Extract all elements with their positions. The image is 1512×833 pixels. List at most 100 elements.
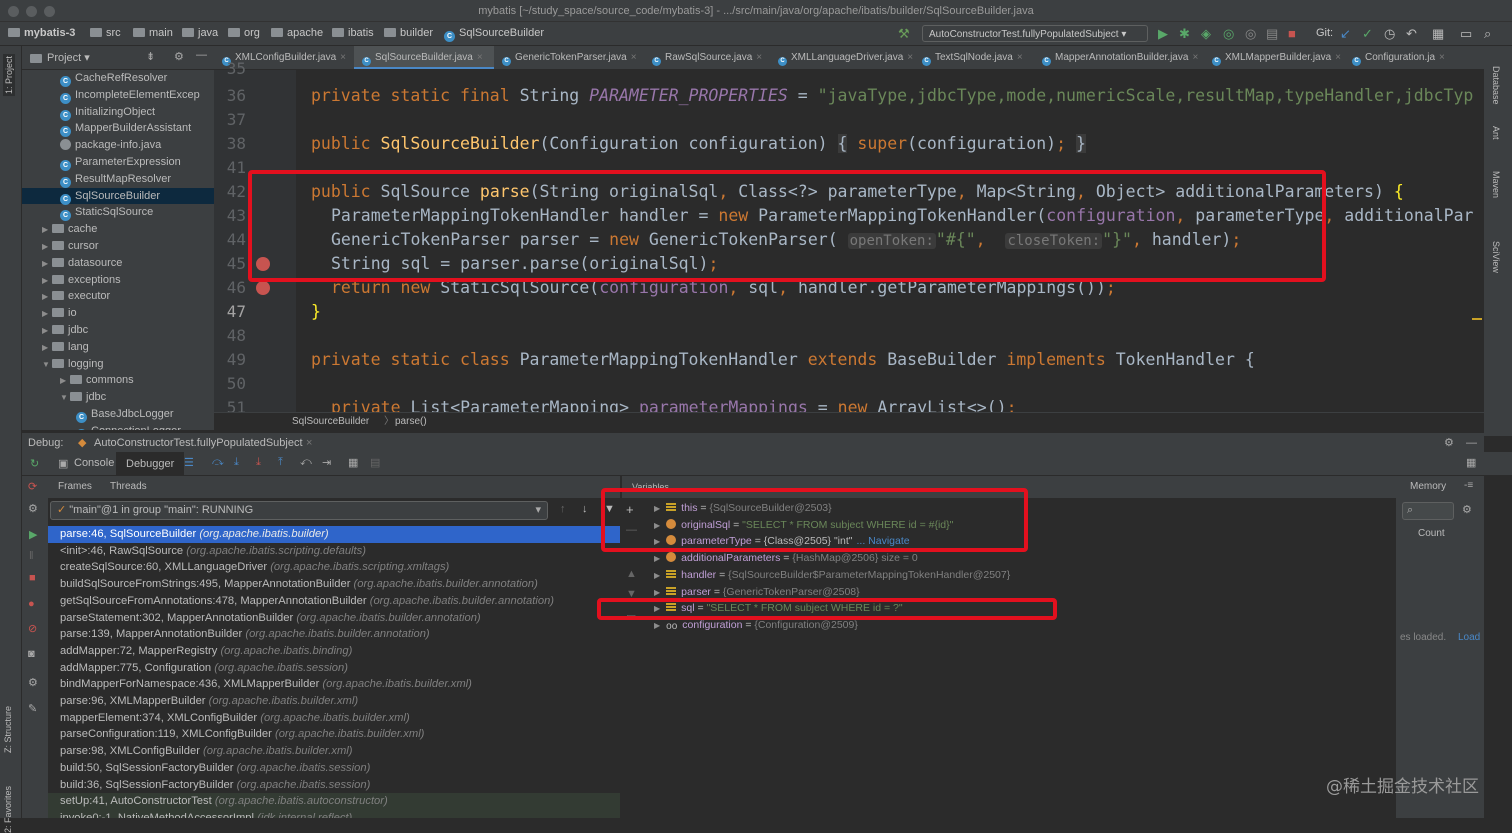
stack-frame[interactable]: parse:46, SqlSourceBuilder (org.apache.i… [48, 526, 620, 543]
stack-frame[interactable]: parse:98, XMLConfigBuilder (org.apache.i… [48, 743, 620, 760]
project-tree-item[interactable]: ▼ jdbc [22, 389, 214, 405]
project-tree-item[interactable]: C InitializingObject [22, 104, 214, 121]
project-tree-item[interactable]: C SqlSourceBuilder [22, 187, 214, 205]
coverage-icon[interactable]: ◈ [1201, 27, 1211, 41]
stack-frame[interactable]: parseConfiguration:119, XMLConfigBuilder… [48, 726, 620, 743]
variable-row[interactable]: ▶ handler = {SqlSourceBuilder$ParameterMa… [654, 567, 1010, 584]
ant-tool-tab[interactable]: Ant [1491, 126, 1501, 140]
rerun-icon[interactable]: ↻ [30, 457, 39, 470]
force-step-into-icon[interactable]: ⤓ [256, 456, 261, 469]
hide-panel-icon[interactable]: — [196, 49, 207, 61]
stack-frame[interactable]: mapperElement:374, XMLConfigBuilder (org… [48, 710, 620, 727]
hide-panel-icon[interactable]: — [1466, 433, 1477, 453]
chevron-right-icon[interactable]: ▶ [42, 306, 52, 322]
breadcrumb-project[interactable]: mybatis-3 [8, 27, 75, 39]
debug-icon[interactable]: ✱ [1179, 27, 1190, 41]
close-icon[interactable]: × [306, 433, 312, 453]
project-tree-item[interactable]: ▶ exceptions [22, 272, 214, 288]
sciview-tool-tab[interactable]: SciView [1491, 241, 1501, 273]
console-tab[interactable]: ▣ Console [58, 457, 114, 470]
git-update-icon[interactable]: ↙ [1340, 27, 1351, 41]
project-tree-item[interactable]: C CacheRefResolver [22, 70, 214, 87]
collapse-all-icon[interactable]: ⇟ [146, 50, 155, 63]
editor-tab[interactable]: C RawSqlSource.java × [644, 46, 770, 69]
database-tool-tab[interactable]: Database [1491, 66, 1501, 105]
close-icon[interactable]: × [1192, 52, 1198, 63]
close-icon[interactable]: × [1017, 52, 1023, 63]
close-icon[interactable]: × [756, 52, 762, 63]
breadcrumb-org[interactable]: org [228, 27, 260, 39]
project-tree-item[interactable]: C StaticSqlSource [22, 204, 214, 222]
stack-frame[interactable]: parse:96, XMLMapperBuilder (org.apache.i… [48, 693, 620, 710]
project-tree-item[interactable]: C MapperBuilderAssistant [22, 120, 214, 138]
run-to-cursor-icon[interactable]: ⇥ [322, 456, 331, 469]
layout-icon[interactable]: ▦ [1466, 456, 1476, 469]
editor-tab[interactable]: C XMLMapperBuilder.java × [1204, 46, 1344, 69]
view-breakpoints-icon[interactable]: ● [28, 598, 35, 610]
resume-icon[interactable]: ⟳ [28, 480, 37, 493]
next-frame-icon[interactable]: ↓ [582, 503, 588, 515]
project-tree-item[interactable]: ▶ cursor [22, 238, 214, 254]
project-tree-item[interactable]: ▶ executor [22, 288, 214, 304]
project-tree-item[interactable]: C ParameterExpression [22, 154, 214, 171]
frames-tab[interactable]: Frames [58, 476, 92, 498]
breadcrumb-method[interactable]: parse() [395, 413, 427, 431]
history-icon[interactable]: ◷ [1384, 27, 1395, 41]
chevron-right-icon[interactable]: ▶ [654, 571, 660, 580]
stop-icon[interactable]: ■ [29, 572, 36, 584]
search-icon[interactable]: ⌕ [1484, 27, 1491, 41]
stack-frame[interactable]: addMapper:775, Configuration (org.apache… [48, 660, 620, 677]
show-execution-point-icon[interactable]: ☰ [184, 456, 194, 469]
project-tree-item[interactable]: ▶ io [22, 305, 214, 321]
close-icon[interactable]: × [1335, 52, 1341, 63]
breadcrumb-builder[interactable]: builder [384, 27, 433, 39]
settings-icon[interactable]: ⚙ [28, 502, 38, 515]
project-tree-item[interactable]: C ConnectionLogger [22, 423, 214, 430]
count-column-header[interactable]: Count [1418, 528, 1445, 539]
variable-row[interactable]: ▶ additionalParameters = {HashMap@2506} s… [654, 550, 918, 567]
editor-tab[interactable]: C XMLLanguageDriver.java × [770, 46, 914, 69]
run-icon[interactable]: ▶ [1158, 27, 1168, 41]
chevron-down-icon[interactable]: ▼ [60, 390, 70, 406]
project-tree-item[interactable]: ▼ logging [22, 356, 214, 372]
stack-frame[interactable]: buildSqlSourceFromStrings:495, MapperAnn… [48, 576, 620, 593]
profile-icon[interactable]: ◎ [1223, 27, 1234, 41]
project-tool-tab[interactable]: 1: Project [3, 54, 15, 97]
hammer-icon[interactable]: ⚒ [898, 27, 910, 41]
threads-tab[interactable]: Threads [110, 476, 147, 498]
chevron-right-icon[interactable]: ▶ [42, 273, 52, 289]
previous-frame-icon[interactable]: ↑ [560, 503, 566, 515]
stack-frame[interactable]: <init>:46, RawSqlSource (org.apache.ibat… [48, 543, 620, 560]
step-into-icon[interactable]: ⤓ [234, 456, 239, 469]
memory-options-icon[interactable]: -≡ [1464, 480, 1473, 491]
breadcrumb-ibatis[interactable]: ibatis [332, 27, 374, 39]
editor-tab[interactable]: C MapperAnnotationBuilder.java × [1034, 46, 1204, 69]
layout-icon[interactable]: ▭ [1460, 27, 1472, 41]
drop-frame-icon[interactable]: ⤺ [300, 456, 312, 469]
chevron-right-icon[interactable]: ▶ [42, 340, 52, 356]
step-out-icon[interactable]: ⤒ [278, 456, 283, 469]
close-window-icon[interactable] [8, 6, 19, 17]
close-icon[interactable]: × [907, 52, 913, 63]
minimize-window-icon[interactable] [26, 6, 37, 17]
camera-icon[interactable]: ◙ [28, 648, 35, 660]
close-icon[interactable]: × [1439, 52, 1445, 63]
breadcrumb-main[interactable]: main [133, 27, 173, 39]
chevron-right-icon[interactable]: ▶ [654, 621, 660, 630]
breadcrumb-src[interactable]: src [90, 27, 121, 39]
pin-icon[interactable]: ✎ [28, 702, 37, 715]
close-icon[interactable]: × [631, 52, 637, 63]
stack-frame[interactable]: setUp:41, AutoConstructorTest (org.apach… [48, 793, 620, 811]
revert-icon[interactable]: ↶ [1406, 27, 1417, 41]
resume-program-icon[interactable]: ▶ [29, 528, 37, 541]
editor-tab[interactable]: C GenericTokenParser.java × [494, 46, 644, 69]
close-icon[interactable]: × [340, 52, 346, 63]
stack-frame[interactable]: getSqlSourceFromAnnotations:478, MapperA… [48, 593, 620, 610]
breadcrumb-class[interactable]: C SqlSourceBuilder [444, 27, 544, 42]
stack-frame[interactable]: addMapper:72, MapperRegistry (org.apache… [48, 643, 620, 660]
structure-tool-tab[interactable]: Z: Structure [3, 706, 13, 753]
stack-frame[interactable]: parse:139, MapperAnnotationBuilder (org.… [48, 626, 620, 643]
project-tree-item[interactable]: ▶ lang [22, 339, 214, 355]
chevron-right-icon[interactable]: ▶ [42, 323, 52, 339]
chevron-right-icon[interactable]: ▶ [654, 588, 660, 597]
